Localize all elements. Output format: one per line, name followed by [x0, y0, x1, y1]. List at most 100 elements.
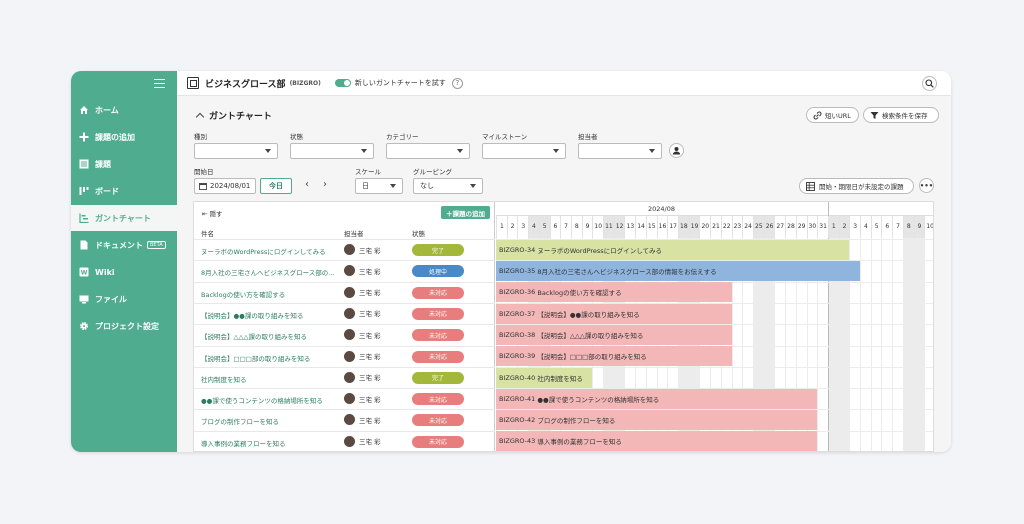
assignee-name: 三宅 彩: [359, 395, 381, 404]
prev-arrow-icon[interactable]: ‹: [305, 179, 309, 190]
board-icon: [79, 186, 89, 196]
wiki-icon: W: [79, 267, 89, 277]
day-header-cell: 13: [624, 216, 635, 238]
column-header-status[interactable]: 状態: [412, 228, 425, 238]
month-label: 2024/08: [648, 205, 676, 213]
today-button[interactable]: 今日: [260, 178, 292, 194]
sidebar-item-issues[interactable]: 課題: [71, 151, 177, 177]
sidebar-item-files[interactable]: ファイル: [71, 286, 177, 312]
issue-subject-link[interactable]: ヌーラボのWordPressにログインしてみる: [201, 246, 337, 256]
gantt-bar[interactable]: BIZGRO-42 ブログの制作フローを知る: [496, 410, 818, 431]
short-url-button[interactable]: 短いURL: [806, 107, 859, 123]
sidebar-item-label: ボード: [95, 186, 119, 196]
day-header-cell: 8: [570, 216, 582, 238]
page-title[interactable]: ガントチャート: [195, 109, 272, 122]
sidebar-item-wiki[interactable]: W Wiki: [71, 259, 177, 285]
category-select[interactable]: [386, 143, 470, 159]
beta-badge: BETA: [147, 241, 166, 249]
table-row[interactable]: 【説明会】△△△課の取り組みを知る 三宅 彩 未対応: [194, 324, 495, 345]
table-row[interactable]: ヌーラボのWordPressにログインしてみる 三宅 彩 完了: [194, 239, 495, 260]
assignee-cell: 三宅 彩: [344, 286, 381, 298]
hide-button[interactable]: ⇤ 隠す: [202, 208, 223, 218]
sidebar-item-documents[interactable]: ドキュメント BETA: [71, 232, 177, 258]
sidebar-item-label: プロジェクト設定: [95, 321, 159, 331]
assign-to-me-icon[interactable]: [669, 143, 684, 158]
day-header-cell: 18: [678, 216, 689, 238]
assignee-name: 三宅 彩: [359, 416, 381, 425]
column-header-assignee[interactable]: 担当者: [344, 228, 364, 238]
avatar: [344, 286, 355, 298]
gantt-bar[interactable]: BIZGRO-40 社内制度を知る: [496, 367, 593, 388]
next-arrow-icon[interactable]: ›: [323, 179, 327, 190]
grouping-select[interactable]: なし: [413, 178, 483, 194]
table-row[interactable]: 【説明会】●●課の取り組みを知る 三宅 彩 未対応: [194, 302, 495, 324]
gantt-bar-label: ヌーラボのWordPressにログインしてみる: [537, 246, 662, 255]
search-button[interactable]: [922, 76, 937, 91]
assignee-select[interactable]: [578, 143, 662, 159]
issue-subject-link[interactable]: 8月入社の三宅さんへビジネスグロース部の...: [201, 267, 337, 277]
status-select[interactable]: [290, 143, 374, 159]
sidebar-item-project-settings[interactable]: プロジェクト設定: [71, 313, 177, 339]
table-row[interactable]: 導入事例の業務フローを知る 三宅 彩 未対応: [194, 430, 495, 451]
gantt-bar-label: ブログの制作フローを知る: [537, 417, 616, 426]
grouping-value: なし: [420, 182, 434, 190]
sidebar-item-add-issue[interactable]: 課題の追加: [71, 124, 177, 150]
table-icon: [806, 181, 815, 191]
collapse-chevron-icon[interactable]: [195, 112, 205, 122]
save-filter-button[interactable]: 検索条件を保存: [863, 107, 939, 123]
add-issue-button[interactable]: ＋ 課題の追加: [441, 206, 490, 219]
sidebar-item-label: ファイル: [95, 294, 127, 304]
day-header-cell: 27: [774, 216, 785, 238]
status-filter-label: 状態: [290, 133, 303, 141]
gantt-bar-key: BIZGRO-40: [499, 373, 536, 382]
day-header-cell: 28: [785, 216, 796, 238]
gantt-bar[interactable]: BIZGRO-43 導入事例の業務フローを知る: [496, 431, 818, 451]
issue-subject-link[interactable]: 【説明会】●●課の取り組みを知る: [201, 310, 337, 320]
gantt-bar[interactable]: BIZGRO-34 ヌーラボのWordPressにログインしてみる: [496, 239, 850, 260]
milestone-select[interactable]: [482, 143, 566, 159]
status-badge: 未対応: [412, 350, 464, 363]
table-row[interactable]: Backlogの使い方を確認する 三宅 彩 未対応: [194, 281, 495, 303]
issue-subject-link[interactable]: 【説明会】△△△課の取り組みを知る: [201, 331, 337, 341]
start-date-input[interactable]: 2024/08/01: [194, 178, 256, 194]
help-icon[interactable]: ?: [451, 77, 463, 89]
day-header-cell: 10: [592, 216, 603, 238]
hamburger-menu-icon[interactable]: [154, 79, 165, 89]
gantt-bar[interactable]: BIZGRO-35 8月入社の三宅さんへビジネスグロース部の情報をお伝えする: [496, 261, 861, 281]
issue-subject-link[interactable]: Backlogの使い方を確認する: [201, 289, 337, 299]
project-name[interactable]: ビジネスグロース部: [205, 77, 286, 90]
issue-subject-link[interactable]: 社内制度を知る: [201, 374, 337, 384]
gantt-bar[interactable]: BIZGRO-37 【説明会】●●課の取り組みを知る: [496, 303, 732, 324]
gantt-bar-label: 【説明会】△△△課の取り組みを知る: [537, 331, 644, 340]
gantt-bar[interactable]: BIZGRO-39 【説明会】□□□部の取り組みを知る: [496, 346, 732, 367]
issue-subject-link[interactable]: ●●課で使うコンテンツの格納場所を知る: [201, 395, 337, 405]
assignee-cell: 三宅 彩: [344, 435, 381, 447]
scale-select[interactable]: 日: [355, 178, 403, 194]
sidebar-item-board[interactable]: ボード: [71, 178, 177, 204]
table-row[interactable]: 社内制度を知る 三宅 彩 完了: [194, 366, 495, 388]
gantt-bar-key: BIZGRO-36: [499, 288, 536, 297]
avatar: [344, 265, 355, 277]
day-header-cell: 22: [720, 216, 732, 238]
table-row[interactable]: ●●課で使うコンテンツの格納場所を知る 三宅 彩 未対応: [194, 388, 495, 409]
table-row[interactable]: ブログの制作フローを知る 三宅 彩 未対応: [194, 409, 495, 430]
issue-subject-link[interactable]: 導入事例の業務フローを知る: [201, 438, 337, 448]
issue-subject-link[interactable]: 【説明会】□□□部の取り組みを知る: [201, 353, 337, 363]
issue-subject-link[interactable]: ブログの制作フローを知る: [201, 416, 337, 426]
column-header-subject[interactable]: 件名: [201, 228, 214, 238]
gantt-bar-key: BIZGRO-35: [499, 267, 536, 275]
more-options-icon[interactable]: •••: [919, 178, 934, 193]
type-select[interactable]: [194, 143, 278, 159]
unset-dates-button[interactable]: 開始・期限日が未設定の課題: [799, 178, 914, 194]
sidebar-item-gantt[interactable]: ガントチャート: [71, 205, 177, 231]
gantt-bar[interactable]: BIZGRO-38 【説明会】△△△課の取り組みを知る: [496, 324, 732, 345]
gantt-bar[interactable]: BIZGRO-41 ●●課で使うコンテンツの格納場所を知る: [496, 388, 818, 409]
table-row[interactable]: 【説明会】□□□部の取り組みを知る 三宅 彩 未対応: [194, 345, 495, 367]
sidebar-item-home[interactable]: ホーム: [71, 97, 177, 123]
assignee-cell: 三宅 彩: [344, 350, 381, 362]
gantt-table: ⇤ 隠す ＋ 課題の追加 件名 担当者 状態 ヌーラボのWordPressにログ…: [193, 201, 934, 452]
table-row[interactable]: 8月入社の三宅さんへビジネスグロース部の... 三宅 彩 処理中: [194, 260, 495, 281]
day-header-cell: 5: [538, 216, 550, 238]
gantt-bar[interactable]: BIZGRO-36 Backlogの使い方を確認する: [496, 282, 732, 303]
new-gantt-toggle[interactable]: [334, 79, 351, 87]
